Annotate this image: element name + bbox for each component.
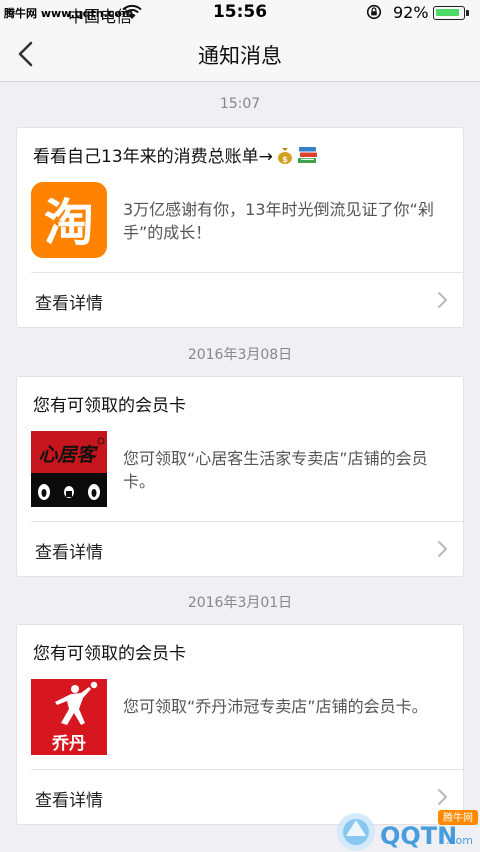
chevron-right-icon [438,292,447,308]
xinjuke-logo: 心居客 [31,431,107,507]
battery-percent: 92% [393,3,429,22]
chevron-right-icon [438,789,447,805]
timestamp-1: 15:07 [219,96,261,112]
view-details-label: 查看详情 [35,543,103,563]
notification-title-text: 看看自己13年来的消费总账单→ [33,147,273,167]
notification-message: 您可领取“乔丹沛冠专卖店”店铺的会员卡。 [123,697,428,716]
notification-card-3: 您有可领取的会员卡 乔丹 您可领取“乔丹沛冠专卖店”店铺的会员卡。 查看详情 [16,624,464,825]
nav-bar: 通知消息 [0,26,480,82]
qqtn-watermark-logo: QQTN .com 腾牛网 [337,810,478,851]
taobao-logo: 淘 [31,182,107,258]
view-details-button[interactable]: 查看详情 [17,522,463,576]
battery-fill [436,9,459,16]
qiaodan-logo: 乔丹 [31,679,107,755]
notification-card-1: 看看自己13年来的消费总账单→ $ 淘 3万亿感谢有你，13年时光倒流见证了你“… [16,127,464,328]
view-details-label: 查看详情 [35,791,103,811]
timestamp-2: 2016年3月08日 [187,347,293,363]
notification-title: 您有可领取的会员卡 [33,396,186,416]
timestamp-3: 2016年3月01日 [187,595,293,611]
taobao-logo-text: 淘 [44,194,94,252]
status-bar: 腾牛网 www.qqtn.com 中国电信 15:56 92% [0,0,480,26]
svg-text:$: $ [282,155,288,164]
view-details-button[interactable]: 查看详情 [17,273,463,327]
qiaodan-logo-text: 乔丹 [51,734,86,754]
notification-message: 3万亿感谢有你，13年时光倒流见证了你“剁手”的成长！ [123,200,434,242]
chevron-right-icon [438,541,447,557]
battery-icon [433,6,465,20]
xinjuke-logo-text: 心居客 [38,444,98,466]
notification-title: 看看自己13年来的消费总账单→ $ [33,142,319,167]
battery-tip [466,10,469,16]
watermark-badge: 腾牛网 [443,811,473,824]
notification-message: 您可领取“心居客生活家专卖店”店铺的会员卡。 [123,449,428,491]
view-details-label: 查看详情 [35,294,103,314]
money-bag-icon: $ [277,148,292,164]
page-title: 通知消息 [198,44,282,68]
rotation-lock-icon [366,4,382,20]
notification-card-2: 您有可领取的会员卡 心居客 您可领取“心居客生活家专卖店”店铺的会员卡。 查看详… [16,376,464,577]
notification-title: 您有可领取的会员卡 [33,644,186,664]
books-icon [297,147,317,163]
watermark-suffix: .com [446,834,473,847]
